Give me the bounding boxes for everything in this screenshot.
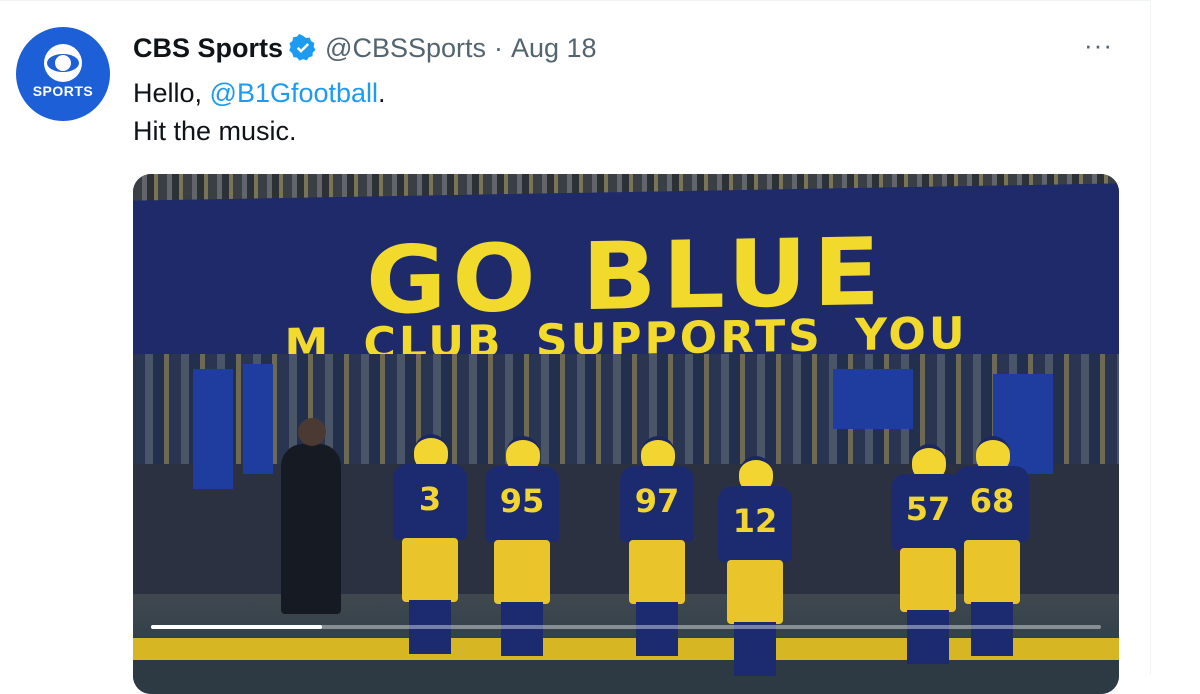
player: 68 <box>955 436 1029 656</box>
player: 12 <box>718 456 792 676</box>
tweet-text: Hello, @B1Gfootball. Hit the music. <box>133 74 386 150</box>
jersey-number: 97 <box>620 466 694 542</box>
legs <box>907 610 949 664</box>
tweet-header: CBS Sports @CBSSports · Aug 18 <box>133 31 597 65</box>
verified-badge-icon <box>289 34 317 62</box>
text-prefix: Hello, <box>133 78 210 108</box>
timeline-right-border <box>1150 0 1151 675</box>
video-player[interactable]: GO BLUE M CLUB SUPPORTS YOU 3 95 97 12 5… <box>133 174 1119 694</box>
jersey-number: 57 <box>891 474 965 550</box>
banner: GO BLUE M CLUB SUPPORTS YOU <box>133 183 1119 377</box>
coach <box>281 418 341 614</box>
mention-link[interactable]: @B1Gfootball <box>210 78 379 108</box>
video-progress-fill <box>151 625 322 629</box>
legs <box>636 602 678 656</box>
top-divider <box>0 0 1150 1</box>
pants <box>494 540 550 604</box>
avatar[interactable]: SPORTS <box>16 27 110 121</box>
jersey-number: 12 <box>718 486 792 562</box>
legs <box>734 622 776 676</box>
jersey-number: 68 <box>955 466 1029 542</box>
pants <box>964 540 1020 604</box>
player: 97 <box>620 436 694 656</box>
video-progress-bar[interactable] <box>151 625 1101 629</box>
text-suffix: . <box>378 78 386 108</box>
handle[interactable]: @CBSSports <box>325 33 486 64</box>
player: 57 <box>891 444 965 664</box>
separator-dot: · <box>494 32 503 63</box>
cbs-eye-icon <box>44 44 82 82</box>
pants <box>900 548 956 612</box>
more-icon[interactable]: ··· <box>1084 32 1118 60</box>
pants <box>727 560 783 624</box>
jersey-number: 3 <box>393 464 467 540</box>
flag <box>833 369 913 429</box>
player: 3 <box>393 434 467 654</box>
tweet-date[interactable]: Aug 18 <box>511 33 597 64</box>
avatar-label: SPORTS <box>32 83 94 99</box>
legs <box>501 602 543 656</box>
pants <box>402 538 458 602</box>
flag <box>193 369 233 489</box>
tweet-line-2: Hit the music. <box>133 116 297 146</box>
player: 95 <box>485 436 559 656</box>
legs <box>971 602 1013 656</box>
flag <box>243 364 273 474</box>
jersey-number: 95 <box>485 466 559 542</box>
tweet-line-1: Hello, @B1Gfootball. <box>133 74 386 112</box>
display-name[interactable]: CBS Sports <box>133 33 283 64</box>
pants <box>629 540 685 604</box>
